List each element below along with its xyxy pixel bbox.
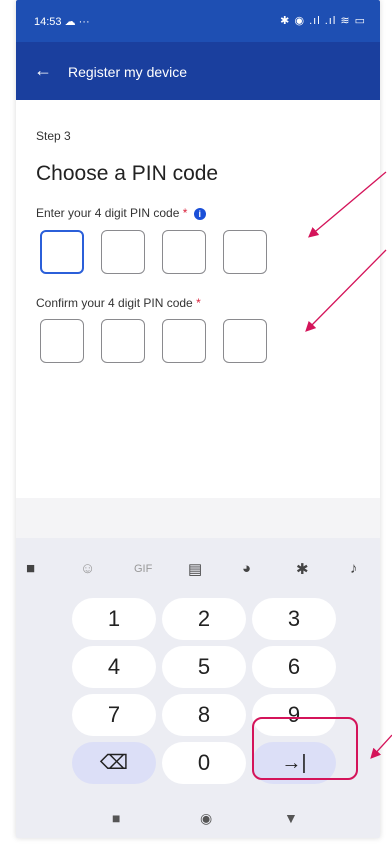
spacer [16,498,380,538]
key-1[interactable]: 1 [72,598,156,640]
back-arrow-icon[interactable]: ← [34,60,52,81]
phone-screen: 14:53 ☁ ··· ✱ ◉ .ıl .ıl ≋ ▭ ← Register m… [16,0,380,838]
confirm-pin-label: Confirm your 4 digit PIN code * [36,296,201,310]
pin-digit-3[interactable] [162,230,206,274]
back-icon[interactable]: ▼ [284,810,298,826]
key-6[interactable]: 6 [252,646,336,688]
pin-digit-1[interactable] [40,230,84,274]
step-label: Step 3 [36,129,71,143]
backspace-key[interactable]: ⌫ [72,742,156,784]
section-heading: Choose a PIN code [36,162,219,185]
required-marker: * [182,206,188,220]
clipboard-icon[interactable]: ▤ [188,560,202,578]
apps-grid-icon[interactable]: ■ [26,560,35,577]
numeric-keyboard: ■ ☺ GIF ▤ ◕ ✱ ♪ 1 2 3 4 5 6 7 8 9 ⌫ 0 →|… [16,538,380,838]
pin-label-text: Enter your 4 digit PIN code [36,206,180,220]
pin-label: Enter your 4 digit PIN code * i [36,206,206,220]
mic-icon[interactable]: ♪ [350,560,358,577]
next-key-highlight [252,717,358,780]
key-2[interactable]: 2 [162,598,246,640]
confirm-digit-3[interactable] [162,319,206,363]
key-0[interactable]: 0 [162,742,246,784]
gear-icon[interactable]: ✱ [296,560,309,578]
confirm-pin-input-row [40,319,267,363]
home-icon[interactable]: ◉ [200,810,212,827]
key-4[interactable]: 4 [72,646,156,688]
pin-digit-4[interactable] [223,230,267,274]
key-5[interactable]: 5 [162,646,246,688]
keyboard-toolbar: ■ ☺ GIF ▤ ◕ ✱ ♪ [16,560,380,584]
recents-icon[interactable]: ■ [112,810,120,826]
status-time: 14:53 ☁ ··· [34,16,90,28]
page-title: Register my device [68,64,188,80]
confirm-pin-label-text: Confirm your 4 digit PIN code [36,296,193,310]
key-7[interactable]: 7 [72,694,156,736]
pin-digit-2[interactable] [101,230,145,274]
info-icon[interactable]: i [193,207,206,220]
pin-input-row [40,230,267,274]
required-marker: * [196,296,201,310]
confirm-digit-1[interactable] [40,319,84,363]
key-3[interactable]: 3 [252,598,336,640]
app-bar: ← Register my device [16,42,380,100]
form-content: Step 3 Choose a PIN code Enter your 4 di… [16,100,380,498]
confirm-digit-4[interactable] [223,319,267,363]
status-icons: ✱ ◉ .ıl .ıl ≋ ▭ [280,15,366,27]
sticker-icon[interactable]: ☺ [80,560,95,577]
gif-icon[interactable]: GIF [134,563,152,575]
confirm-digit-2[interactable] [101,319,145,363]
key-8[interactable]: 8 [162,694,246,736]
system-nav-bar: ■ ◉ ▼ [16,804,380,834]
status-bar: 14:53 ☁ ··· ✱ ◉ .ıl .ıl ≋ ▭ [16,0,380,42]
palette-icon[interactable]: ◕ [242,560,251,577]
